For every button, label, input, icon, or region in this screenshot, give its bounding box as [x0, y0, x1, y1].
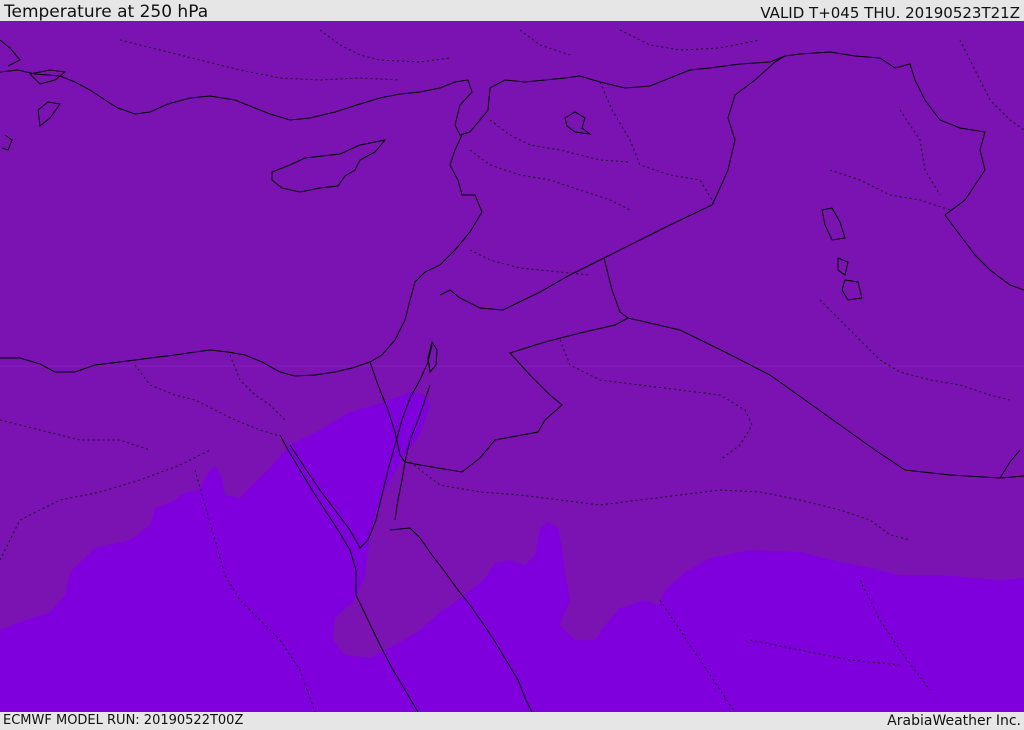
map-title: Temperature at 250 hPa	[4, 2, 209, 22]
credit-text: ArabiaWeather Inc.	[887, 713, 1021, 729]
valid-time: VALID T+045 THU. 20190523T21Z	[760, 4, 1020, 22]
model-run: ECMWF MODEL RUN: 20190522T00Z	[3, 713, 244, 728]
header-bar: Temperature at 250 hPa VALID T+045 THU. …	[0, 0, 1024, 22]
footer-bar: ECMWF MODEL RUN: 20190522T00Z ArabiaWeat…	[0, 712, 1024, 729]
temperature-map	[0, 21, 1024, 712]
map-canvas[interactable]	[0, 21, 1024, 712]
